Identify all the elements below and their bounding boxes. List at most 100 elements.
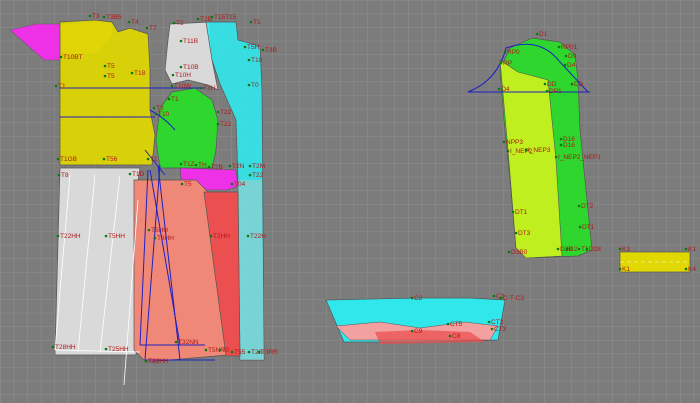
grading-point-l-t3b2[interactable] [261,48,265,52]
grading-point-l-t22hh[interactable] [56,234,60,238]
point-label-l-t8: T8 [61,172,69,179]
grading-point-l-o4[interactable] [497,87,501,91]
grading-point-l-dt2[interactable] [577,204,581,208]
grading-point-l-ct5[interactable] [446,322,450,326]
grading-point-l-t22c[interactable] [248,173,252,177]
grading-point-l-t5hh[interactable] [104,234,108,238]
grading-point-l-nep3[interactable] [524,148,528,152]
grading-point-l-t5h[interactable] [243,45,247,49]
grading-point-l-ct2[interactable] [487,320,491,324]
pattern-canvas[interactable]: T3 T3B5T4T7T2T2B T15T15T1T11BT5H T3BT10T10B… [0,0,700,403]
grading-point-l-d1[interactable] [535,32,539,36]
grading-point-l-t10w[interactable] [170,84,174,88]
grading-point-l-t10c[interactable] [154,112,158,116]
grading-point-l-npp3[interactable] [502,140,506,144]
grading-point-l-nep[interactable] [506,149,510,153]
grading-point-l-t2[interactable] [172,21,176,25]
grading-point-l-t10[interactable] [247,58,251,62]
grading-point-l-t56[interactable] [102,157,106,161]
grading-point-l-t28[interactable] [247,350,251,354]
grading-point-l-t0[interactable] [247,83,251,87]
grading-point-l-d16[interactable] [559,137,563,141]
grading-point-l-t8[interactable] [57,173,61,177]
light-strip[interactable] [238,180,264,360]
grading-point-l-t22h[interactable] [246,234,250,238]
grading-point-l-k4[interactable] [684,267,688,271]
grading-point-l-t2hh[interactable] [209,234,213,238]
grading-point-l-c9[interactable] [410,329,414,333]
grading-point-l-t2n[interactable] [228,164,232,168]
grading-point-l-dd[interactable] [543,82,547,86]
grading-point-l-t1b[interactable] [54,84,58,88]
grading-point-l-t04[interactable] [230,182,234,186]
grading-point-l-t1r[interactable] [146,157,150,161]
grading-point-l-t28hh[interactable] [51,345,55,349]
grading-point-l-rp01[interactable] [557,45,561,49]
white-skirt-panel[interactable] [54,167,141,356]
grading-point-l-t4[interactable] [127,20,131,24]
grading-point-l-t2b[interactable] [196,17,200,21]
grading-point-l-dd2[interactable] [570,82,574,86]
grading-point-l-t1d[interactable] [128,172,132,176]
point-label-l-tf5: T15T15 [214,14,237,21]
grading-point-l-t5nn[interactable] [204,348,208,352]
grading-point-l-t10b[interactable] [179,65,183,69]
grading-point-l-k1[interactable] [618,247,622,251]
grading-point-l-th[interactable] [194,163,198,167]
grading-point-l-k3[interactable] [618,267,622,271]
grading-point-l-tr[interactable] [167,97,171,101]
grading-point-l-t25hh[interactable] [104,347,108,351]
grading-point-l-tb2[interactable] [207,165,211,169]
grading-point-l-c2[interactable] [410,296,414,300]
grading-point-l-t1gb[interactable] [56,157,60,161]
waistband-pattern-group[interactable] [325,297,506,344]
grading-point-l-dp7[interactable] [499,61,503,65]
grading-point-l-dt1b[interactable] [578,225,582,229]
grading-point-l-t3x[interactable] [152,106,156,110]
grading-point-l-t2m[interactable] [248,164,252,168]
grading-point-l-dp1[interactable] [545,89,549,93]
grading-point-l-t0b[interactable] [218,348,222,352]
grading-point-l-t22b[interactable] [216,122,220,126]
grading-point-l-t32hh[interactable] [144,359,148,363]
grading-point-l-t5r[interactable] [180,182,184,186]
grading-point-l-t3h[interactable] [199,86,203,90]
grading-point-l-d28[interactable] [585,247,589,251]
grading-point-l-d2c[interactable] [556,247,560,251]
red-waistband-lower[interactable] [375,330,485,344]
grading-point-l-dt3[interactable] [514,231,518,235]
grading-point-l-t5[interactable] [103,74,107,78]
grading-point-l-t3rr[interactable] [257,350,261,354]
grading-point-l-dc[interactable] [507,250,511,254]
grading-point-l-t55[interactable] [230,350,234,354]
grading-point-l-t11[interactable] [179,39,183,43]
yellow-front-bodice[interactable] [59,19,156,166]
grading-point-l-nep1[interactable] [554,155,558,159]
grading-point-l-c8[interactable] [448,334,452,338]
grading-point-l-t10h[interactable] [171,73,175,77]
grading-point-l-t1[interactable] [249,20,253,24]
grading-point-l-t7[interactable] [145,26,149,30]
grading-point-l-tt[interactable] [577,247,581,251]
grading-point-l-ct3[interactable] [490,327,494,331]
grading-point-l-dt1[interactable] [511,210,515,214]
grading-point-l-t5b[interactable] [103,64,107,68]
grading-point-l-tf5[interactable] [210,15,214,19]
grading-point-l-d16b[interactable] [559,143,563,147]
grading-point-l-c3[interactable] [492,294,496,298]
grading-point-l-k2[interactable] [684,247,688,251]
grading-point-l-ctc3[interactable] [499,296,503,300]
grading-point-l-t22[interactable] [216,110,220,114]
grading-point-l-t5hh2[interactable] [147,228,151,232]
grading-point-l-d9[interactable] [564,54,568,58]
grading-point-l-t10bt[interactable] [59,55,63,59]
grading-point-l-t32nn[interactable] [174,340,178,344]
grading-point-l-t3[interactable] [88,14,92,18]
grading-point-l-dp0[interactable] [503,50,507,54]
grading-point-l-t3hh[interactable] [153,236,157,240]
grading-point-l-t18[interactable] [130,71,134,75]
grading-point-l-dd2x[interactable] [565,247,569,251]
grading-point-l-t1z[interactable] [179,162,183,166]
grading-point-l-t3b[interactable] [102,15,106,19]
grading-point-l-d4[interactable] [563,63,567,67]
